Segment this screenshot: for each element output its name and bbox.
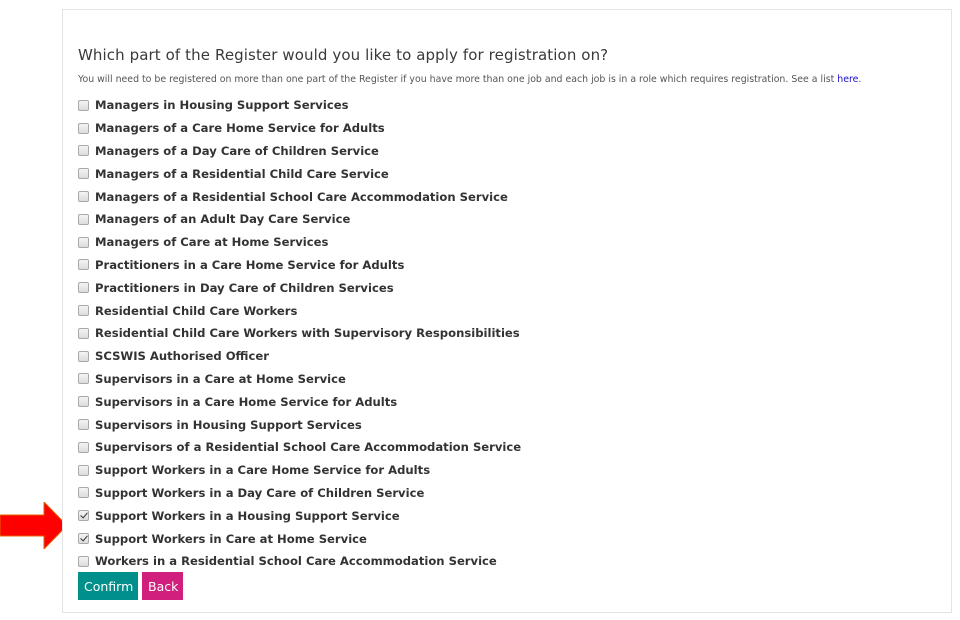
checkbox-unchecked[interactable]: [78, 145, 89, 157]
option-row[interactable]: Workers in a Residential School Care Acc…: [78, 550, 521, 573]
registration-form-card: Which part of the Register would you lik…: [62, 9, 952, 613]
option-label: Practitioners in a Care Home Service for…: [95, 257, 405, 272]
option-label: Supervisors in a Care at Home Service: [95, 371, 346, 386]
checkbox-checked[interactable]: [78, 510, 89, 522]
option-label: Residential Child Care Workers: [95, 303, 298, 318]
checkbox-unchecked[interactable]: [78, 213, 89, 225]
back-button[interactable]: Back: [142, 572, 183, 600]
checkbox-unchecked[interactable]: [78, 282, 89, 294]
checkbox-unchecked[interactable]: [78, 191, 89, 203]
option-row[interactable]: Support Workers in Care at Home Service: [78, 527, 521, 550]
checkbox-unchecked[interactable]: [78, 487, 89, 499]
option-row[interactable]: Managers of an Adult Day Care Service: [78, 208, 521, 231]
option-row[interactable]: Supervisors in a Care at Home Service: [78, 368, 521, 391]
option-label: Managers in Housing Support Services: [95, 98, 349, 113]
option-row[interactable]: Residential Child Care Workers with Supe…: [78, 322, 521, 345]
checkbox-unchecked[interactable]: [78, 441, 89, 453]
option-row[interactable]: Supervisors in a Care Home Service for A…: [78, 390, 521, 413]
option-label: Managers of Care at Home Services: [95, 235, 329, 250]
checkbox-unchecked[interactable]: [78, 350, 89, 362]
checkbox-unchecked[interactable]: [78, 464, 89, 476]
option-label: Support Workers in a Care Home Service f…: [95, 463, 431, 478]
checkbox-unchecked[interactable]: [78, 168, 89, 180]
option-label: Managers of a Residential School Care Ac…: [95, 189, 508, 204]
option-row[interactable]: SCSWIS Authorised Officer: [78, 345, 521, 368]
checkbox-unchecked[interactable]: [78, 327, 89, 339]
here-link[interactable]: here: [837, 74, 858, 85]
checkbox-unchecked[interactable]: [78, 122, 89, 134]
option-label: Managers of a Day Care of Children Servi…: [95, 143, 379, 158]
confirm-button[interactable]: Confirm: [78, 572, 138, 600]
option-label: Residential Child Care Workers with Supe…: [95, 326, 520, 341]
option-label: Managers of a Residential Child Care Ser…: [95, 166, 389, 181]
subtitle-text: You will need to be registered on more t…: [78, 74, 838, 85]
option-label: Workers in a Residential School Care Acc…: [95, 554, 497, 569]
option-row[interactable]: Managers of a Residential School Care Ac…: [78, 185, 521, 208]
option-label: Support Workers in Care at Home Service: [95, 531, 367, 546]
option-row[interactable]: Managers of a Day Care of Children Servi…: [78, 140, 521, 163]
option-row[interactable]: Managers of a Care Home Service for Adul…: [78, 117, 521, 140]
option-row[interactable]: Support Workers in a Housing Support Ser…: [78, 504, 521, 527]
option-row[interactable]: Supervisors of a Residential School Care…: [78, 436, 521, 459]
checkbox-unchecked[interactable]: [78, 259, 89, 271]
checkbox-unchecked[interactable]: [78, 305, 89, 317]
option-label: Support Workers in a Housing Support Ser…: [95, 508, 400, 523]
option-row[interactable]: Support Workers in a Day Care of Childre…: [78, 482, 521, 505]
option-label: Supervisors in Housing Support Services: [95, 417, 362, 432]
checkbox-unchecked[interactable]: [78, 236, 89, 248]
checkbox-unchecked[interactable]: [78, 396, 89, 408]
red-arrow-icon: [0, 502, 67, 549]
form-title: Which part of the Register would you lik…: [78, 46, 609, 64]
option-row[interactable]: Managers of a Residential Child Care Ser…: [78, 162, 521, 185]
option-row[interactable]: Practitioners in a Care Home Service for…: [78, 254, 521, 277]
option-row[interactable]: Practitioners in Day Care of Children Se…: [78, 276, 521, 299]
checkbox-unchecked[interactable]: [78, 99, 89, 111]
option-row[interactable]: Supervisors in Housing Support Services: [78, 413, 521, 436]
checkbox-unchecked[interactable]: [78, 419, 89, 431]
checkbox-checked[interactable]: [78, 533, 89, 545]
option-label: Supervisors in a Care Home Service for A…: [95, 394, 398, 409]
option-label: Support Workers in a Day Care of Childre…: [95, 485, 425, 500]
option-row[interactable]: Residential Child Care Workers: [78, 299, 521, 322]
option-row[interactable]: Managers of Care at Home Services: [78, 231, 521, 254]
option-label: Managers of a Care Home Service for Adul…: [95, 121, 385, 136]
checkbox-unchecked[interactable]: [78, 555, 89, 567]
register-part-options: Managers in Housing Support Services Mana…: [78, 94, 521, 573]
form-actions: Confirm Back: [78, 572, 183, 600]
option-row[interactable]: Support Workers in a Care Home Service f…: [78, 459, 521, 482]
option-label: SCSWIS Authorised Officer: [95, 349, 269, 364]
option-row[interactable]: Managers in Housing Support Services: [78, 94, 521, 117]
form-subtitle: You will need to be registered on more t…: [78, 74, 861, 85]
option-label: Managers of an Adult Day Care Service: [95, 212, 351, 227]
subtitle-end: .: [858, 74, 862, 85]
checkbox-unchecked[interactable]: [78, 373, 89, 385]
option-label: Practitioners in Day Care of Children Se…: [95, 280, 394, 295]
option-label: Supervisors of a Residential School Care…: [95, 440, 522, 455]
